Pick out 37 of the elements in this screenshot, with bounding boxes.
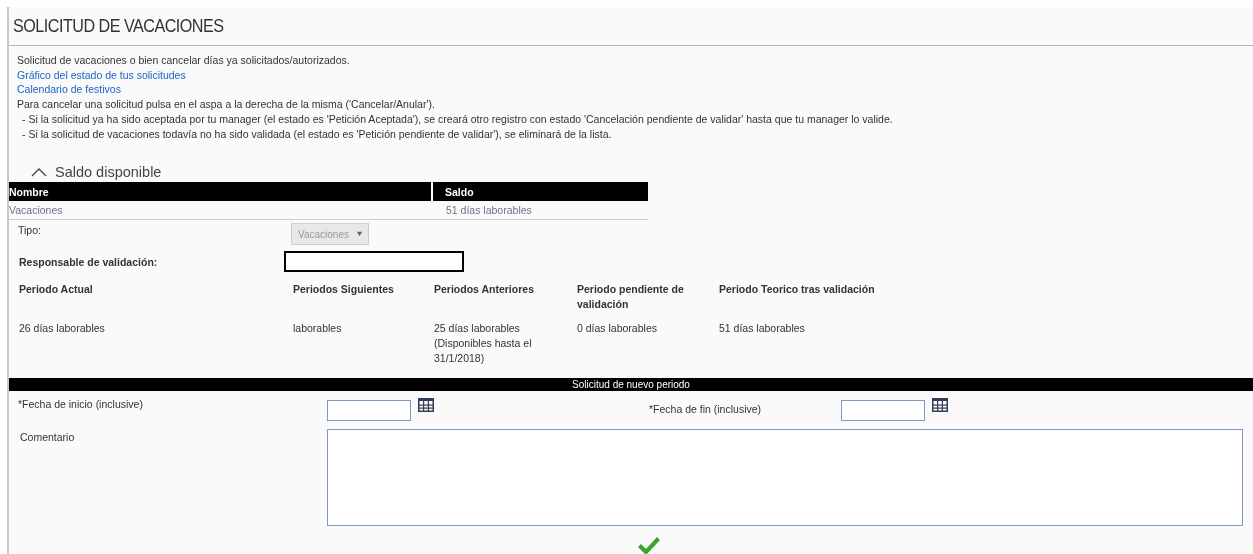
period-value: 26 días laborables (19, 321, 106, 337)
period-value: 25 días laborables (Disponibles hasta el 31/1/2018) (434, 321, 533, 367)
field-label: Tipo: (18, 224, 42, 237)
section-heading: Saldo disponible (55, 164, 162, 181)
comment-field[interactable] (327, 429, 1243, 527)
column-header: Periodo pendiente de validación (577, 282, 685, 313)
field-label: *Fecha de fin (inclusive) (649, 403, 763, 416)
date-field[interactable] (327, 400, 411, 422)
field-label: Comentario (19, 430, 76, 446)
date-field[interactable] (841, 400, 925, 422)
instruction-bullet: - Si la solicitud de vacaciones todavía no ha sido validada (el estado es 'Petición pendiente de validar'), se eliminará de la lista. (21, 126, 612, 142)
submit-check-icon[interactable] (637, 536, 661, 554)
input-field[interactable] (284, 251, 464, 273)
period-value: laborables (293, 321, 343, 337)
field-label: *Fecha de inicio (inclusive) (18, 398, 144, 411)
instruction-bullet: - Si la solicitud ya ha sido aceptada por tu manager (el estado es 'Petición Aceptada'), se creará otro registro con estado 'Cancelación pendiente de validar' hasta que tu manager lo valide. (21, 111, 893, 127)
link[interactable]: Gráfico del estado de tus solicitudes (17, 67, 186, 83)
field-label: Responsable de validación: (19, 255, 159, 268)
period-value: 0 días laborables (577, 321, 658, 337)
dropdown-arrow-icon (356, 231, 362, 238)
page-title: SOLICITUD DE VACACIONES (13, 15, 224, 37)
column-header: Nombre (9, 182, 432, 202)
column-header: Periodos Siguientes (293, 282, 395, 298)
collapse-icon[interactable] (31, 167, 47, 178)
instructions-text: Para cancelar una solicitud pulsa en el aspa a la derecha de la misma ('Cancelar/Anular'). (17, 97, 435, 112)
column-header: Periodo Actual (19, 282, 94, 298)
section-header: Solicitud de nuevo periodo (9, 378, 1253, 392)
description-text: Solicitud de vacaciones o bien cancelar días ya solicitados/autorizados. (17, 53, 350, 68)
table-cell: 51 días laborables (432, 201, 648, 220)
column-header: Saldo (432, 182, 648, 202)
period-value: 51 días laborables (719, 321, 806, 337)
calendar-icon[interactable] (418, 398, 434, 413)
column-header: Periodo Teorico tras validación (719, 282, 876, 298)
column-header: Periodos Anteriores (434, 282, 535, 298)
table-cell: Vacaciones (9, 201, 432, 220)
link[interactable]: Calendario de festivos (17, 82, 121, 98)
calendar-icon[interactable] (932, 398, 948, 413)
